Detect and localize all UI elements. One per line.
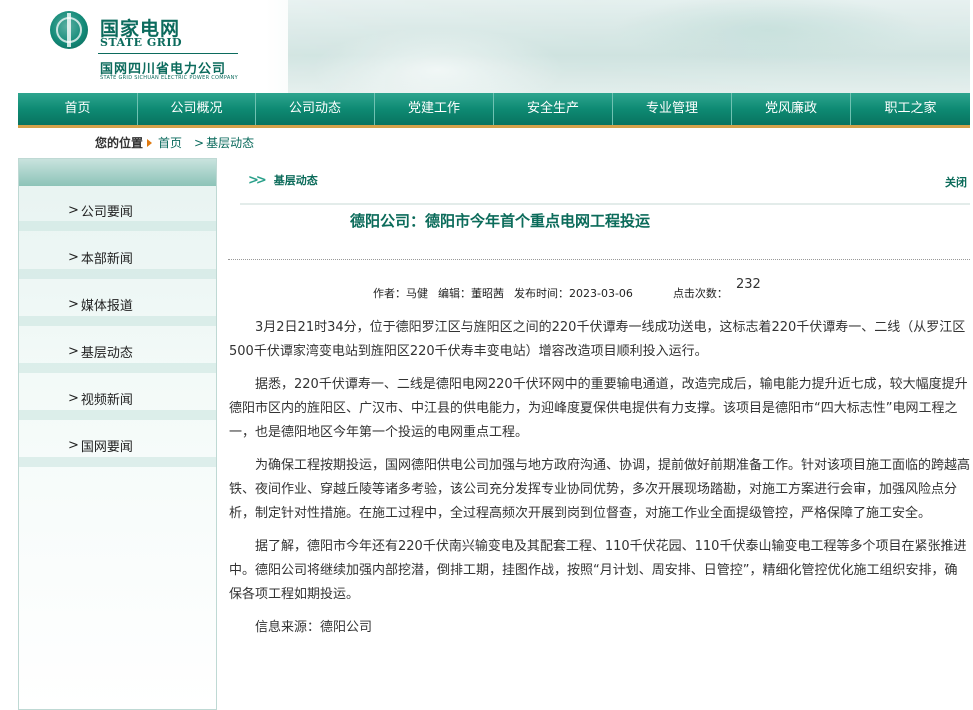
sidebar-divider [19,316,216,326]
nav-item-safety-production[interactable]: 安全生产 [494,93,613,125]
sidebar-item-label: 基层动态 [80,346,133,361]
article-editor: 编辑：董昭茜 [438,287,504,300]
nav-item-company-news[interactable]: 公司动态 [256,93,375,125]
section-divider [240,203,970,205]
sidebar-divider [19,221,216,231]
sidebar-item-video-news[interactable]: > 视频新闻 [68,389,133,408]
sidebar-divider [19,410,216,420]
company-name-en: STATE GRID SICHUAN ELECTRIC POWER COMPAN… [100,75,238,81]
sidebar-item-label: 公司要闻 [80,205,133,220]
sidebar-item-label: 国网要闻 [80,440,133,455]
sidebar: > 公司要闻 > 本部新闻 > 媒体报道 > 基层动态 > 视频新闻 > 国网要… [18,158,217,710]
chevron-right-icon: > [68,250,79,265]
nav-item-party-integrity[interactable]: 党风廉政 [732,93,851,125]
nav-item-company-overview[interactable]: 公司概况 [138,93,256,125]
main-nav: 首页 公司概况 公司动态 党建工作 安全生产 专业管理 党风廉政 职工之家 [18,93,970,128]
sidebar-item-label: 本部新闻 [80,252,133,267]
section-title: 基层动态 [273,174,318,187]
breadcrumb-current-link[interactable]: 基层动态 [206,134,254,151]
sidebar-item-grassroots-news[interactable]: > 基层动态 [68,342,133,361]
chevron-right-icon: > [68,391,79,406]
nav-item-party-building[interactable]: 党建工作 [375,93,494,125]
double-chevron-icon: >> [248,172,267,188]
section-heading: >> 基层动态 [248,172,318,188]
chevron-right-icon: > [68,344,79,359]
sidebar-divider [19,457,216,467]
article-title: 德阳公司：德阳市今年首个重点电网工程投运 [349,212,650,230]
sidebar-item-company-news[interactable]: > 公司要闻 [68,201,133,220]
sidebar-divider [19,269,216,279]
sidebar-divider [19,363,216,373]
article-meta: 作者：马健 编辑：董昭茜 发布时间：2023-03-06 点击次数： 232 [373,277,771,301]
chevron-right-icon: > [68,297,79,312]
breadcrumb-label: 您的位置 [95,136,144,150]
article-author: 作者：马健 [373,287,428,300]
sidebar-item-label: 视频新闻 [80,393,133,408]
article-paragraph: 为确保工程按期投运，国网德阳供电公司加强与地方政府沟通、协调，提前做好前期准备工… [229,458,971,521]
breadcrumb-separator: > [194,135,205,150]
breadcrumb-home-link[interactable]: 首页 [158,134,182,151]
hits-count: 232 [735,277,761,292]
breadcrumb-arrow-icon [147,138,153,147]
site-header: 国家电网 STATE GRID 国网四川省电力公司 STATE GRID SIC… [18,0,970,93]
sidebar-item-label: 媒体报道 [80,299,133,314]
nav-item-staff-home[interactable]: 职工之家 [851,93,970,125]
article-paragraph: 3月2日21时34分，位于德阳罗江区与旌阳区之间的220千伏谭寿一线成功送电，这… [229,320,966,359]
chevron-right-icon: > [68,438,79,453]
sidebar-item-state-grid-news[interactable]: > 国网要闻 [68,436,133,455]
brand-divider [98,53,238,54]
article-body: 3月2日21时34分，位于德阳罗江区与旌阳区之间的220千伏谭寿一线成功送电，这… [229,316,970,649]
title-divider [228,259,970,260]
sidebar-header-bar [19,159,216,186]
nav-item-professional-management[interactable]: 专业管理 [613,93,732,125]
hits-label: 点击次数： [672,287,728,300]
article-date: 发布时间：2023-03-06 [514,287,633,300]
breadcrumb: 您的位置 首页 > 基层动态 [95,134,254,151]
close-link[interactable]: 关闭 [945,174,967,190]
header-banner-image [288,0,970,93]
article-paragraph: 据了解，德阳市今年还有220千伏南兴输变电及其配套工程、110千伏花园、110千… [229,539,967,602]
chevron-right-icon: > [68,203,79,218]
article-paragraph: 据悉，220千伏谭寿一、二线是德阳电网220千伏环网中的重要输电通道，改造完成后… [229,377,968,440]
nav-item-home[interactable]: 首页 [18,93,138,125]
state-grid-logo-icon[interactable] [50,11,88,49]
sidebar-item-hq-news[interactable]: > 本部新闻 [68,248,133,267]
article-source: 信息来源：德阳公司 [255,620,373,635]
sidebar-item-media-reports[interactable]: > 媒体报道 [68,295,133,314]
brand-name-en: STATE GRID [100,36,183,49]
